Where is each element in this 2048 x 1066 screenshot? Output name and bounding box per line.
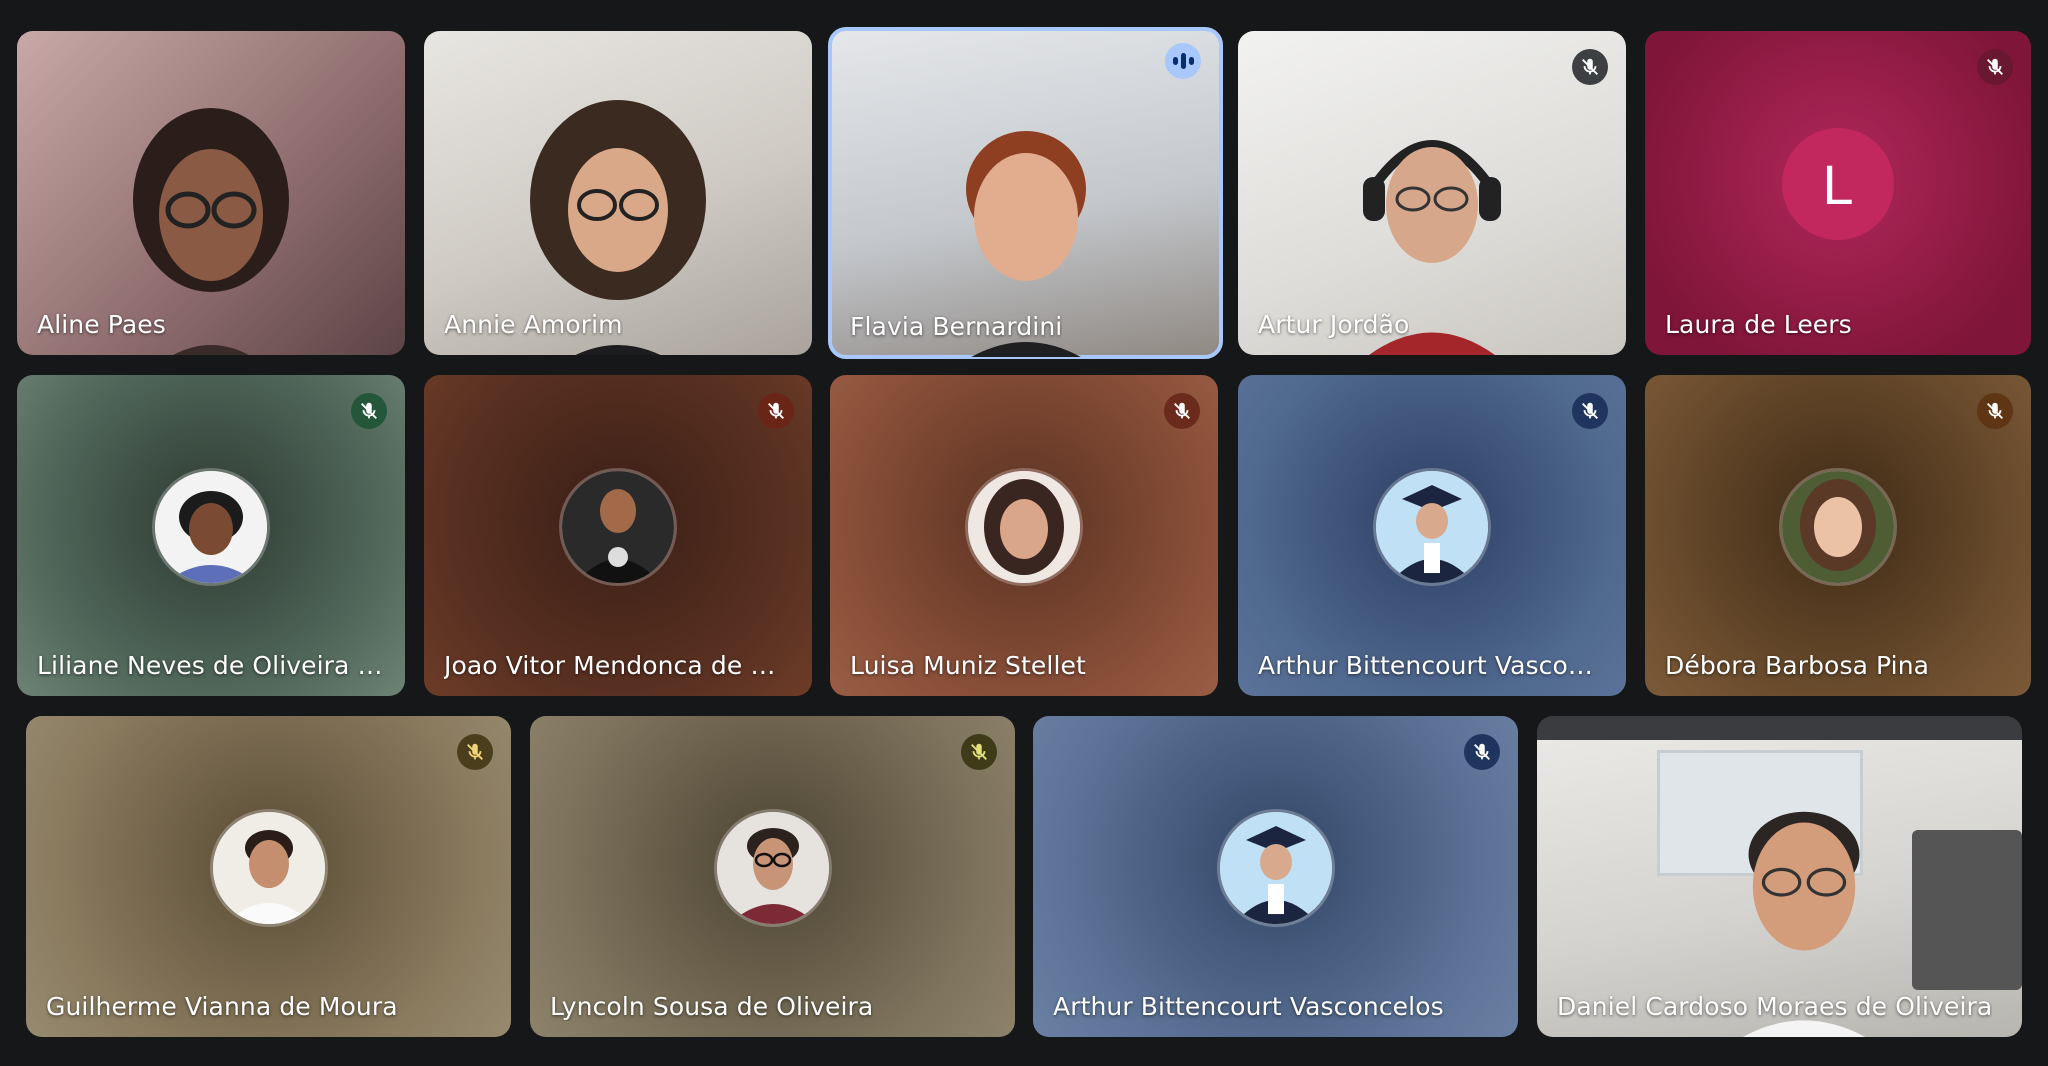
- participant-name: Aline Paes: [37, 310, 166, 339]
- mic-muted-icon: [1977, 49, 2013, 85]
- participant-tile-luisa-muniz[interactable]: Luisa Muniz Stellet: [830, 375, 1218, 696]
- mic-muted-icon: [758, 393, 794, 429]
- participant-tile-lyncoln-sousa[interactable]: Lyncoln Sousa de Oliveira: [530, 716, 1015, 1037]
- speaking-indicator-icon: [1165, 43, 1201, 79]
- video-feed: [17, 31, 405, 355]
- mic-muted-icon: [1572, 393, 1608, 429]
- participant-tile-debora-barbosa[interactable]: Débora Barbosa Pina: [1645, 375, 2031, 696]
- printer-image: [1912, 830, 2022, 990]
- participant-name: Artur Jordão: [1258, 310, 1410, 339]
- participant-tile-guilherme-vianna[interactable]: Guilherme Vianna de Moura: [26, 716, 511, 1037]
- participant-tile-arthur-bittencourt-2[interactable]: Arthur Bittencourt Vasconcelos: [1033, 716, 1518, 1037]
- participant-tile-daniel-cardoso[interactable]: Daniel Cardoso Moraes de Oliveira: [1537, 716, 2022, 1037]
- avatar: [1782, 470, 1894, 583]
- mic-muted-icon: [1977, 393, 2013, 429]
- mic-muted-icon: [1164, 393, 1200, 429]
- mic-muted-icon: [457, 734, 493, 770]
- avatar: [155, 470, 267, 583]
- avatar: [1219, 811, 1332, 924]
- participant-tile-laura-de-leers[interactable]: L Laura de Leers: [1645, 31, 2031, 355]
- participant-grid: Aline Paes Annie Amorim Flavia Bernardin…: [0, 0, 2048, 1066]
- avatar: [562, 470, 674, 583]
- participant-name: Laura de Leers: [1665, 310, 1852, 339]
- participant-tile-joao-vitor[interactable]: Joao Vitor Mendonca de M...: [424, 375, 812, 696]
- participant-tile-arthur-bittencourt-1[interactable]: Arthur Bittencourt Vasconc...: [1238, 375, 1626, 696]
- mic-muted-icon: [961, 734, 997, 770]
- participant-tile-annie-amorim[interactable]: Annie Amorim: [424, 31, 812, 355]
- participant-name: Débora Barbosa Pina: [1665, 651, 1930, 680]
- mic-muted-icon: [351, 393, 387, 429]
- participant-tile-liliane-neves[interactable]: Liliane Neves de Oliveira K...: [17, 375, 405, 696]
- participant-name: Liliane Neves de Oliveira K...: [37, 651, 385, 680]
- participant-name: Flavia Bernardini: [850, 312, 1063, 341]
- participant-name: Arthur Bittencourt Vasconc...: [1258, 651, 1606, 680]
- participant-name: Daniel Cardoso Moraes de Oliveira: [1557, 992, 1993, 1021]
- video-feed: [1238, 31, 1626, 355]
- avatar: [968, 470, 1080, 583]
- participant-letter-avatar: L: [1782, 128, 1894, 241]
- video-feed: [830, 29, 1221, 357]
- participant-name: Joao Vitor Mendonca de M...: [444, 651, 792, 680]
- video-feed: [424, 31, 812, 355]
- participant-name: Lyncoln Sousa de Oliveira: [550, 992, 874, 1021]
- participant-tile-aline-paes[interactable]: Aline Paes: [17, 31, 405, 355]
- mic-muted-icon: [1464, 734, 1500, 770]
- mic-muted-icon: [1572, 49, 1608, 85]
- avatar: [716, 811, 829, 924]
- participant-name: Luisa Muniz Stellet: [850, 651, 1086, 680]
- participant-tile-artur-jordao[interactable]: Artur Jordão: [1238, 31, 1626, 355]
- participant-name: Arthur Bittencourt Vasconcelos: [1053, 992, 1444, 1021]
- participant-name: Guilherme Vianna de Moura: [46, 992, 398, 1021]
- avatar: [1376, 470, 1488, 583]
- participant-tile-flavia-bernardini[interactable]: Flavia Bernardini: [828, 27, 1223, 359]
- avatar: [212, 811, 325, 924]
- participant-name: Annie Amorim: [444, 310, 623, 339]
